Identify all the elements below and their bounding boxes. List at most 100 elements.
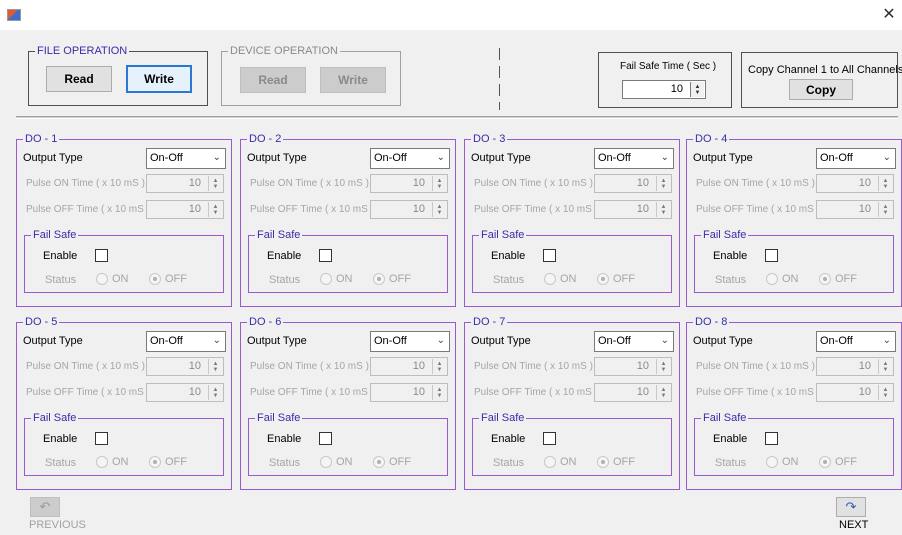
status-off-radio[interactable]: OFF — [373, 456, 411, 468]
previous-button[interactable]: ↶ — [30, 497, 60, 517]
status-off-radio[interactable]: OFF — [597, 456, 635, 468]
output-type-select[interactable]: On-Off ⌄ — [594, 148, 674, 169]
failsafe-time-value: 10 — [670, 83, 683, 95]
failsafe-title: Fail Safe — [481, 412, 525, 424]
output-type-value: On-Off — [820, 152, 853, 164]
radio-selected-icon — [819, 273, 831, 285]
spinner-arrows-icon[interactable]: ▲ ▼ — [432, 202, 446, 217]
spinner-arrows-icon[interactable]: ▲ ▼ — [656, 359, 670, 374]
pulse-off-label: Pulse OFF Time ( x 10 mS ) — [474, 204, 598, 215]
status-on-radio[interactable]: ON — [96, 273, 129, 285]
spinner-arrows-icon[interactable]: ▲ ▼ — [432, 176, 446, 191]
status-off-radio[interactable]: OFF — [819, 273, 857, 285]
pulse-on-value: 10 — [188, 177, 201, 189]
spinner-arrows-icon[interactable]: ▲ ▼ — [432, 359, 446, 374]
status-off-radio[interactable]: OFF — [819, 456, 857, 468]
enable-checkbox[interactable] — [319, 249, 332, 262]
radio-icon — [96, 456, 108, 468]
device-write-button[interactable]: Write — [320, 67, 386, 93]
status-on-label: ON — [560, 273, 577, 285]
pulse-off-value: 10 — [412, 386, 425, 398]
file-read-button[interactable]: Read — [46, 66, 112, 92]
pulse-off-spinner[interactable]: 10 ▲ ▼ — [816, 200, 894, 219]
pulse-off-spinner[interactable]: 10 ▲ ▼ — [370, 383, 448, 402]
pulse-on-value: 10 — [412, 177, 425, 189]
copy-button[interactable]: Copy — [789, 79, 853, 100]
pulse-off-spinner[interactable]: 10 ▲ ▼ — [146, 383, 224, 402]
status-on-radio[interactable]: ON — [320, 456, 353, 468]
output-type-select[interactable]: On-Off ⌄ — [146, 148, 226, 169]
status-on-radio[interactable]: ON — [96, 456, 129, 468]
pulse-off-spinner[interactable]: 10 ▲ ▼ — [146, 200, 224, 219]
pulse-off-value: 10 — [636, 386, 649, 398]
spinner-arrows-icon[interactable]: ▲ ▼ — [208, 202, 222, 217]
status-label: Status — [715, 457, 747, 469]
spinner-arrows-icon[interactable]: ▲ ▼ — [690, 82, 704, 97]
output-type-label: Output Type — [471, 152, 531, 164]
pulse-on-spinner[interactable]: 10 ▲ ▼ — [816, 357, 894, 376]
spinner-arrows-icon[interactable]: ▲ ▼ — [878, 202, 892, 217]
spinner-arrows-icon[interactable]: ▲ ▼ — [656, 176, 670, 191]
status-on-radio[interactable]: ON — [766, 456, 799, 468]
failsafe-time-spinner[interactable]: 10 ▲ ▼ — [622, 80, 706, 99]
spinner-arrows-icon[interactable]: ▲ ▼ — [878, 176, 892, 191]
spinner-arrows-icon[interactable]: ▲ ▼ — [208, 176, 222, 191]
status-on-radio[interactable]: ON — [766, 273, 799, 285]
device-read-button[interactable]: Read — [240, 67, 306, 93]
pulse-off-spinner[interactable]: 10 ▲ ▼ — [594, 200, 672, 219]
spinner-arrows-icon[interactable]: ▲ ▼ — [208, 359, 222, 374]
pulse-off-spinner[interactable]: 10 ▲ ▼ — [594, 383, 672, 402]
channel-title: DO - 3 — [473, 133, 506, 145]
output-type-select[interactable]: On-Off ⌄ — [816, 331, 896, 352]
pulse-on-spinner[interactable]: 10 ▲ ▼ — [816, 174, 894, 193]
status-off-label: OFF — [613, 273, 635, 285]
pulse-on-spinner[interactable]: 10 ▲ ▼ — [146, 174, 224, 193]
status-off-radio[interactable]: OFF — [149, 456, 187, 468]
radio-icon — [96, 273, 108, 285]
status-off-radio[interactable]: OFF — [373, 273, 411, 285]
enable-checkbox[interactable] — [543, 249, 556, 262]
status-on-radio[interactable]: ON — [544, 273, 577, 285]
pulse-on-spinner[interactable]: 10 ▲ ▼ — [370, 357, 448, 376]
status-on-radio[interactable]: ON — [320, 273, 353, 285]
enable-checkbox[interactable] — [765, 432, 778, 445]
output-type-select[interactable]: On-Off ⌄ — [146, 331, 226, 352]
output-type-label: Output Type — [23, 335, 83, 347]
close-icon[interactable]: ✕ — [880, 6, 898, 24]
pulse-on-spinner[interactable]: 10 ▲ ▼ — [370, 174, 448, 193]
spinner-arrows-icon[interactable]: ▲ ▼ — [208, 385, 222, 400]
spinner-arrows-icon[interactable]: ▲ ▼ — [878, 385, 892, 400]
status-off-radio[interactable]: OFF — [597, 273, 635, 285]
pulse-off-spinner[interactable]: 10 ▲ ▼ — [816, 383, 894, 402]
spinner-arrows-icon[interactable]: ▲ ▼ — [656, 202, 670, 217]
spinner-arrows-icon[interactable]: ▲ ▼ — [656, 385, 670, 400]
next-button[interactable]: ↷ — [836, 497, 866, 517]
pulse-on-spinner[interactable]: 10 ▲ ▼ — [146, 357, 224, 376]
enable-checkbox[interactable] — [543, 432, 556, 445]
pulse-off-label: Pulse OFF Time ( x 10 mS ) — [250, 387, 374, 398]
enable-label: Enable — [491, 433, 526, 445]
output-type-select[interactable]: On-Off ⌄ — [370, 331, 450, 352]
spinner-arrows-icon[interactable]: ▲ ▼ — [878, 359, 892, 374]
file-operation-title: FILE OPERATION — [37, 45, 128, 57]
spinner-arrows-icon[interactable]: ▲ ▼ — [432, 385, 446, 400]
status-label: Status — [715, 274, 747, 286]
enable-checkbox[interactable] — [95, 432, 108, 445]
output-type-label: Output Type — [471, 335, 531, 347]
pulse-off-spinner[interactable]: 10 ▲ ▼ — [370, 200, 448, 219]
pulse-on-spinner[interactable]: 10 ▲ ▼ — [594, 357, 672, 376]
channel-title: DO - 6 — [249, 316, 282, 328]
status-on-radio[interactable]: ON — [544, 456, 577, 468]
failsafe-title: Fail Safe — [33, 412, 77, 424]
device-operation-title: DEVICE OPERATION — [230, 45, 338, 57]
enable-checkbox[interactable] — [95, 249, 108, 262]
output-type-select[interactable]: On-Off ⌄ — [816, 148, 896, 169]
output-type-select[interactable]: On-Off ⌄ — [594, 331, 674, 352]
enable-checkbox[interactable] — [319, 432, 332, 445]
output-type-select[interactable]: On-Off ⌄ — [370, 148, 450, 169]
file-write-button[interactable]: Write — [126, 65, 192, 93]
pulse-on-spinner[interactable]: 10 ▲ ▼ — [594, 174, 672, 193]
pulse-off-value: 10 — [858, 203, 871, 215]
status-off-radio[interactable]: OFF — [149, 273, 187, 285]
enable-checkbox[interactable] — [765, 249, 778, 262]
